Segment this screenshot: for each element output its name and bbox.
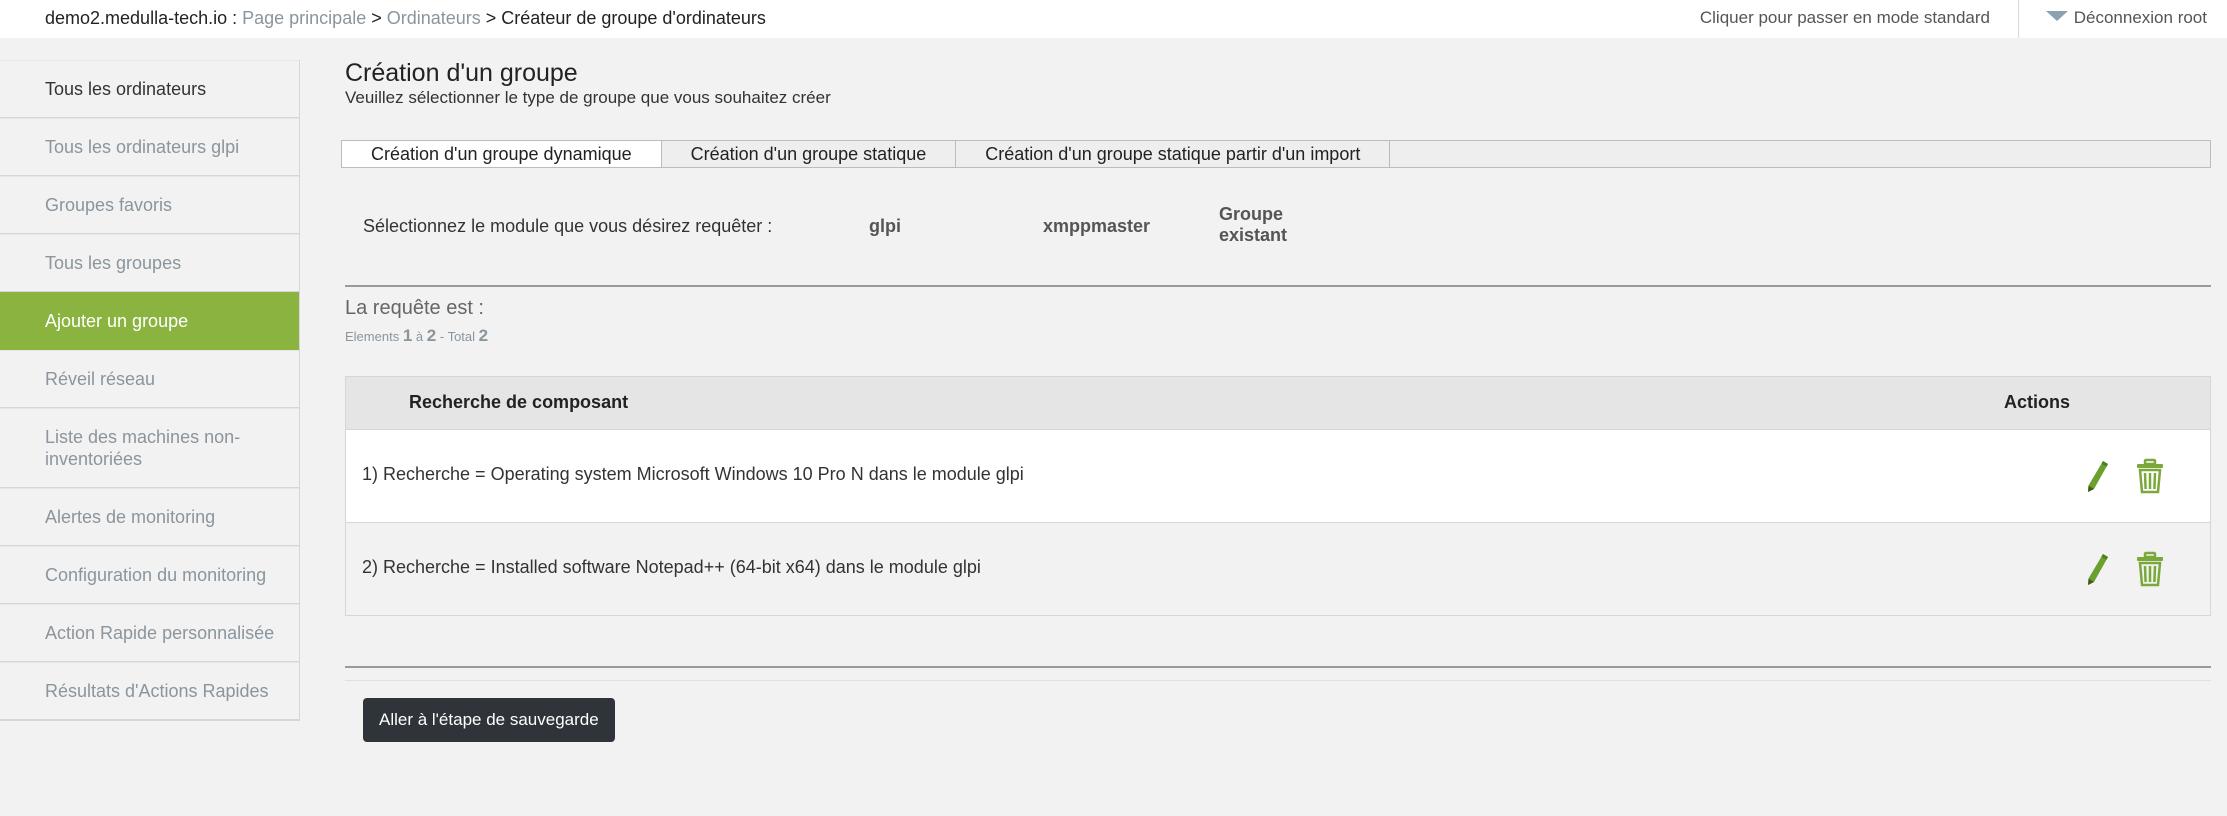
sidebar-item-all-computers[interactable]: Tous les ordinateurs <box>0 60 299 118</box>
sidebar-item-custom-quick-action[interactable]: Action Rapide personnalisée <box>0 604 299 662</box>
pager-total: 2 <box>478 326 489 345</box>
logout-label: Déconnexion root <box>2073 8 2207 27</box>
divider <box>345 285 2211 287</box>
pagination-summary: Elements 1 à 2 - Total 2 <box>345 326 488 346</box>
page-title: Création d'un groupe <box>345 59 578 87</box>
go-to-save-step-button[interactable]: Aller à l'étape de sauvegarde <box>363 698 615 742</box>
table-header: Recherche de composant Actions <box>346 377 2210 429</box>
delete-trash-icon[interactable] <box>2132 458 2168 494</box>
module-selector: Sélectionnez le module que vous désirez … <box>363 204 2211 286</box>
sidebar: Tous les ordinateurs Tous les ordinateur… <box>0 60 300 721</box>
edit-pencil-icon[interactable] <box>2079 458 2115 494</box>
top-bar: demo2.medulla-tech.io : Page principale … <box>0 0 2227 38</box>
pager-from: 1 <box>402 326 413 345</box>
breadcrumb: demo2.medulla-tech.io : Page principale … <box>45 8 766 29</box>
breadcrumb-host-separator: : <box>227 8 243 28</box>
breadcrumb-home-link[interactable]: Page principale <box>242 8 366 28</box>
pager-total-label: - Total <box>439 329 476 344</box>
sidebar-item-uninventoried-machines[interactable]: Liste des machines non-inventoriées <box>0 408 299 488</box>
pager-elements-label: Elements <box>345 329 400 344</box>
tab-dynamic-group[interactable]: Création d'un groupe dynamique <box>342 141 662 167</box>
module-prompt: Sélectionnez le module que vous désirez … <box>363 216 773 236</box>
sidebar-item-quick-action-results[interactable]: Résultats d'Actions Rapides <box>0 662 299 720</box>
tab-static-group-import[interactable]: Création d'un groupe statique partir d'u… <box>956 141 1391 167</box>
row-criterion-text: 2) Recherche = Installed software Notepa… <box>362 557 981 577</box>
table-row: 2) Recherche = Installed software Notepa… <box>346 522 2210 615</box>
request-label: La requête est : <box>345 297 484 319</box>
header-divider <box>2018 0 2019 38</box>
divider <box>345 680 2211 681</box>
main-content: Création d'un groupe Veuillez sélectionn… <box>341 58 2211 742</box>
divider <box>345 666 2211 668</box>
tab-static-group[interactable]: Création d'un groupe statique <box>661 141 957 167</box>
module-existing-group-line1: Groupe <box>1219 204 1284 224</box>
pager-to: 2 <box>426 326 437 345</box>
sidebar-item-favorite-groups[interactable]: Groupes favoris <box>0 176 299 234</box>
module-existing-group-link[interactable]: Groupe existant <box>1219 204 1287 246</box>
module-xmppmaster-link[interactable]: xmppmaster <box>1043 216 1150 237</box>
breadcrumb-host: demo2.medulla-tech.io <box>45 8 228 28</box>
table-row: 1) Recherche = Operating system Microsof… <box>346 429 2210 522</box>
module-existing-group-line2: existant <box>1219 225 1288 245</box>
sidebar-item-wake-on-lan[interactable]: Réveil réseau <box>0 350 299 408</box>
sidebar-item-monitoring-alerts[interactable]: Alertes de monitoring <box>0 488 299 546</box>
breadcrumb-separator: > <box>480 8 502 28</box>
column-header-actions: Actions <box>2003 392 2070 412</box>
request-table: Recherche de composant Actions 1) Recher… <box>345 376 2211 616</box>
mode-switch-link[interactable]: Cliquer pour passer en mode standard <box>1700 8 1990 28</box>
sidebar-item-all-groups[interactable]: Tous les groupes <box>0 234 299 292</box>
sidebar-item-add-group[interactable]: Ajouter un groupe <box>0 292 299 350</box>
pager-to-label: à <box>415 329 424 344</box>
sidebar-item-monitoring-config[interactable]: Configuration du monitoring <box>0 546 299 604</box>
breadcrumb-separator: > <box>366 8 387 28</box>
breadcrumb-current: Créateur de groupe d'ordinateurs <box>501 8 766 28</box>
module-glpi-link[interactable]: glpi <box>869 216 901 237</box>
page-subtitle: Veuillez sélectionner le type de groupe … <box>345 88 831 107</box>
column-header-component: Recherche de composant <box>409 392 629 412</box>
edit-pencil-icon[interactable] <box>2079 551 2115 587</box>
breadcrumb-computers-link[interactable]: Ordinateurs <box>387 8 481 28</box>
delete-trash-icon[interactable] <box>2132 551 2168 587</box>
row-criterion-text: 1) Recherche = Operating system Microsof… <box>362 464 1024 484</box>
sidebar-item-all-computers-glpi[interactable]: Tous les ordinateurs glpi <box>0 118 299 176</box>
caret-down-icon <box>2045 11 2068 21</box>
group-type-tabs: Création d'un groupe dynamique Création … <box>341 140 2211 168</box>
logout-link[interactable]: Déconnexion root <box>2045 8 2207 28</box>
